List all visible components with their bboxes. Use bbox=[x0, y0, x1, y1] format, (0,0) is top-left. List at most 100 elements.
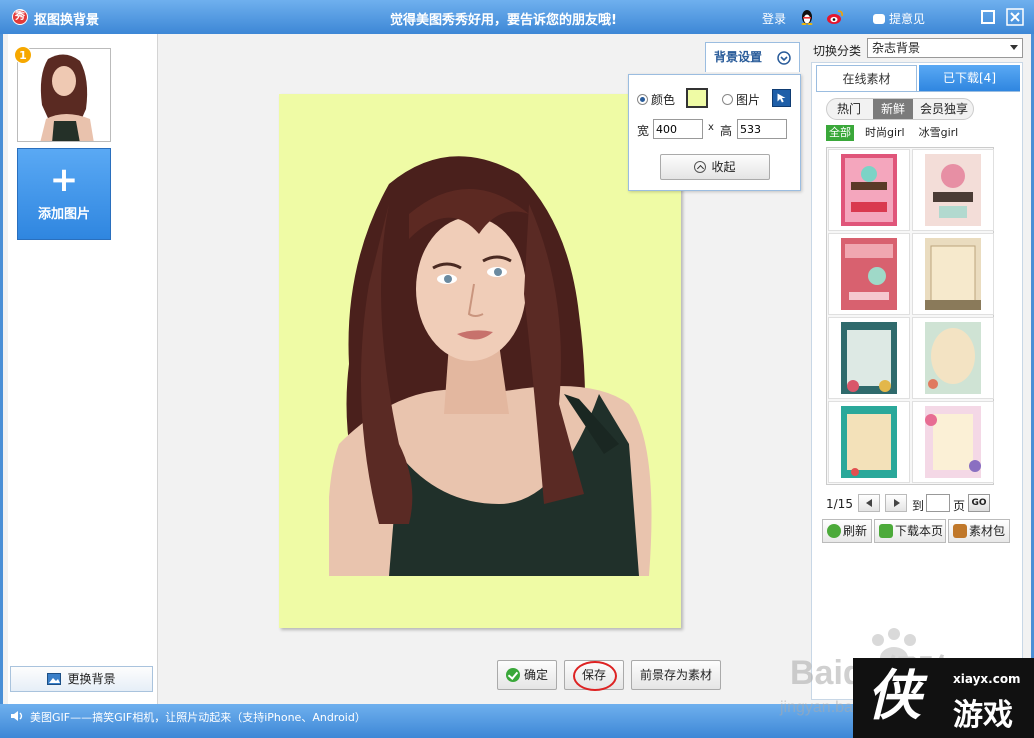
feedback-label: 提意见 bbox=[889, 12, 926, 26]
change-background-button[interactable]: 更换背景 bbox=[10, 666, 153, 692]
speaker-icon bbox=[11, 711, 23, 721]
material-thumb[interactable] bbox=[912, 401, 994, 483]
page-number-input[interactable] bbox=[926, 494, 950, 512]
save-button[interactable]: 保存 bbox=[564, 660, 624, 690]
color-radio[interactable] bbox=[637, 94, 648, 105]
pagination: 1/15 到 页 GO bbox=[826, 494, 1016, 514]
save-label: 保存 bbox=[581, 668, 606, 682]
sort-tabs: 热门 新鲜 会员独享 bbox=[826, 98, 974, 120]
collapse-button[interactable]: 收起 bbox=[660, 154, 770, 180]
brand-text: 游戏 bbox=[953, 698, 1013, 733]
background-settings-panel: 颜色 图片 宽 x 高 收起 bbox=[628, 74, 801, 191]
background-settings-tab[interactable]: 背景设置 bbox=[705, 42, 800, 72]
qq-penguin-icon[interactable] bbox=[798, 9, 816, 25]
color-swatch[interactable] bbox=[686, 88, 708, 108]
material-thumb[interactable] bbox=[828, 317, 910, 399]
page-indicator: 1/15 bbox=[826, 497, 853, 511]
left-sidebar: 1 + 添加图片 更换背景 bbox=[8, 34, 158, 704]
slogan-link[interactable]: 觉得美图秀秀好用，要告诉您的朋友哦! bbox=[390, 9, 617, 28]
chat-bubble-icon bbox=[873, 14, 885, 24]
color-option-label: 颜色 bbox=[651, 93, 676, 107]
download-page-label: 下载本页 bbox=[895, 524, 944, 538]
material-pack-button[interactable]: 素材包 bbox=[948, 519, 1010, 543]
material-thumb[interactable] bbox=[828, 401, 910, 483]
plus-icon: + bbox=[49, 160, 79, 200]
flower-border-frame-image bbox=[925, 406, 981, 478]
status-message[interactable]: 美图GIF——搞笑GIF相机，让照片动起来（支持iPhone、Android） bbox=[30, 709, 366, 725]
confirm-button[interactable]: 确定 bbox=[497, 660, 557, 690]
background-settings-label: 背景设置 bbox=[714, 50, 763, 64]
times-sign: x bbox=[708, 122, 714, 133]
picture-icon bbox=[47, 673, 62, 685]
goto-label: 到 bbox=[912, 499, 925, 513]
material-thumb[interactable] bbox=[828, 233, 910, 315]
subtab-new[interactable]: 新鲜 bbox=[873, 99, 913, 119]
feedback-link[interactable]: 提意见 bbox=[873, 10, 925, 27]
save-foreground-as-material-button[interactable]: 前景存为素材 bbox=[631, 660, 721, 690]
floral-frame-image bbox=[841, 322, 897, 394]
add-photo-button[interactable]: + 添加图片 bbox=[17, 148, 111, 240]
title-bar: 秀 抠图换背景 觉得美图秀秀好用，要告诉您的朋友哦! 登录 提意见 bbox=[0, 0, 1034, 34]
portrait-thumbnail-image bbox=[18, 49, 110, 141]
triangle-right-icon bbox=[894, 499, 900, 507]
photo-thumbnail[interactable] bbox=[17, 48, 111, 142]
subtab-vip[interactable]: 会员独享 bbox=[915, 99, 973, 119]
material-grid bbox=[826, 147, 994, 485]
image-option[interactable]: 图片 bbox=[722, 91, 760, 108]
change-background-label: 更换背景 bbox=[67, 672, 116, 686]
image-radio[interactable] bbox=[722, 94, 733, 105]
download-arrow-icon bbox=[879, 524, 893, 538]
material-thumb[interactable] bbox=[912, 233, 994, 315]
main-frame: 1 + 添加图片 更换背景 背景设置 颜色 图片 宽 400 x 高 533 收… bbox=[3, 34, 1031, 704]
color-option[interactable]: 颜色 bbox=[637, 91, 675, 108]
package-icon bbox=[953, 524, 967, 538]
switch-category-label: 切换分类 bbox=[813, 44, 862, 58]
login-link[interactable]: 登录 bbox=[762, 10, 786, 27]
add-photo-label: 添加图片 bbox=[37, 207, 90, 222]
ice-cream-poster-image bbox=[925, 154, 981, 226]
width-label: 宽 bbox=[637, 124, 650, 138]
category-select[interactable]: 杂志背景 bbox=[867, 38, 1023, 58]
height-label: 高 bbox=[720, 124, 733, 138]
material-thumb[interactable] bbox=[912, 149, 994, 231]
tab-downloaded[interactable]: 已下载[4] bbox=[919, 65, 1020, 91]
prev-page-button[interactable] bbox=[858, 494, 880, 512]
chevron-down-icon bbox=[777, 51, 791, 65]
material-panel: 切换分类 杂志背景 在线素材 已下载[4] 热门 新鲜 会员独享 全部 时尚gir… bbox=[811, 34, 1031, 704]
filter-fashion-girl[interactable]: 时尚girl bbox=[862, 125, 908, 141]
triangle-left-icon bbox=[866, 499, 872, 507]
category-value: 杂志背景 bbox=[872, 41, 921, 55]
thumbnail-badge: 1 bbox=[14, 46, 32, 64]
download-page-button[interactable]: 下载本页 bbox=[874, 519, 946, 543]
check-icon bbox=[505, 668, 520, 682]
weibo-icon[interactable] bbox=[826, 9, 844, 25]
filter-ice-girl[interactable]: 冰雪girl bbox=[916, 125, 962, 141]
close-button[interactable] bbox=[1006, 8, 1024, 26]
material-thumb[interactable] bbox=[912, 317, 994, 399]
site-watermark-logo: 侠 xiayx.com 游戏 bbox=[853, 658, 1034, 738]
chevron-up-icon bbox=[694, 161, 707, 173]
image-option-label: 图片 bbox=[736, 93, 761, 107]
filter-all[interactable]: 全部 bbox=[826, 125, 854, 141]
maximize-button[interactable] bbox=[979, 8, 997, 26]
material-browser: 在线素材 已下载[4] 热门 新鲜 会员独享 全部时尚girl 冰雪girl bbox=[811, 62, 1023, 700]
background-canvas[interactable] bbox=[279, 94, 681, 628]
subtab-hot[interactable]: 热门 bbox=[827, 99, 871, 119]
width-input[interactable] bbox=[653, 119, 703, 139]
refresh-button[interactable]: 刷新 bbox=[822, 519, 872, 543]
go-button[interactable]: GO bbox=[968, 494, 990, 512]
material-actions: 刷新 下载本页 素材包 bbox=[822, 519, 1018, 543]
lace-frame-image bbox=[925, 238, 981, 310]
app-logo-icon: 秀 bbox=[12, 9, 28, 25]
canvas-area: 背景设置 颜色 图片 宽 400 x 高 533 收起 确定 保存 前景存为素材 bbox=[159, 34, 809, 704]
portrait-cutout-image[interactable] bbox=[329, 144, 659, 576]
teal-border-frame-image bbox=[841, 406, 897, 478]
next-page-button[interactable] bbox=[885, 494, 907, 512]
image-picker-icon[interactable] bbox=[772, 89, 791, 107]
window-title: 抠图换背景 bbox=[34, 13, 100, 28]
height-input[interactable] bbox=[737, 119, 787, 139]
material-pack-label: 素材包 bbox=[969, 524, 1006, 538]
dropdown-arrow-icon bbox=[1010, 45, 1018, 50]
tab-online-materials[interactable]: 在线素材 bbox=[816, 65, 917, 91]
material-thumb[interactable] bbox=[828, 149, 910, 231]
